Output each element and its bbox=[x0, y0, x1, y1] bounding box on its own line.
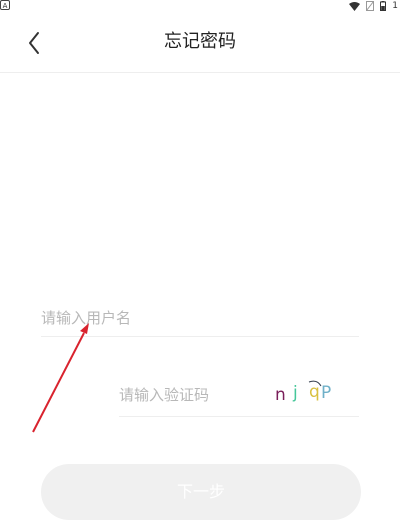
battery-icon bbox=[380, 1, 387, 11]
notification-icon: A bbox=[0, 0, 10, 10]
captcha-input[interactable] bbox=[119, 374, 259, 416]
header-bar: 忘记密码 bbox=[0, 12, 400, 73]
username-input[interactable] bbox=[41, 300, 359, 336]
status-icons: 1 bbox=[349, 0, 398, 12]
next-step-button[interactable]: 下一步 bbox=[41, 464, 361, 520]
username-field bbox=[41, 300, 359, 337]
wifi-icon bbox=[349, 1, 361, 11]
captcha-field: n j q P bbox=[119, 374, 359, 417]
status-bar: A 1 bbox=[0, 0, 400, 12]
signal-icon bbox=[366, 1, 375, 11]
captcha-noise-icon bbox=[308, 380, 322, 387]
page-title: 忘记密码 bbox=[164, 31, 236, 52]
captcha-image[interactable]: n j q P bbox=[271, 378, 359, 412]
chevron-left-icon bbox=[29, 32, 39, 54]
annotation-arrow-icon bbox=[32, 323, 89, 433]
back-button[interactable] bbox=[22, 30, 46, 56]
status-number: 1 bbox=[392, 1, 398, 11]
